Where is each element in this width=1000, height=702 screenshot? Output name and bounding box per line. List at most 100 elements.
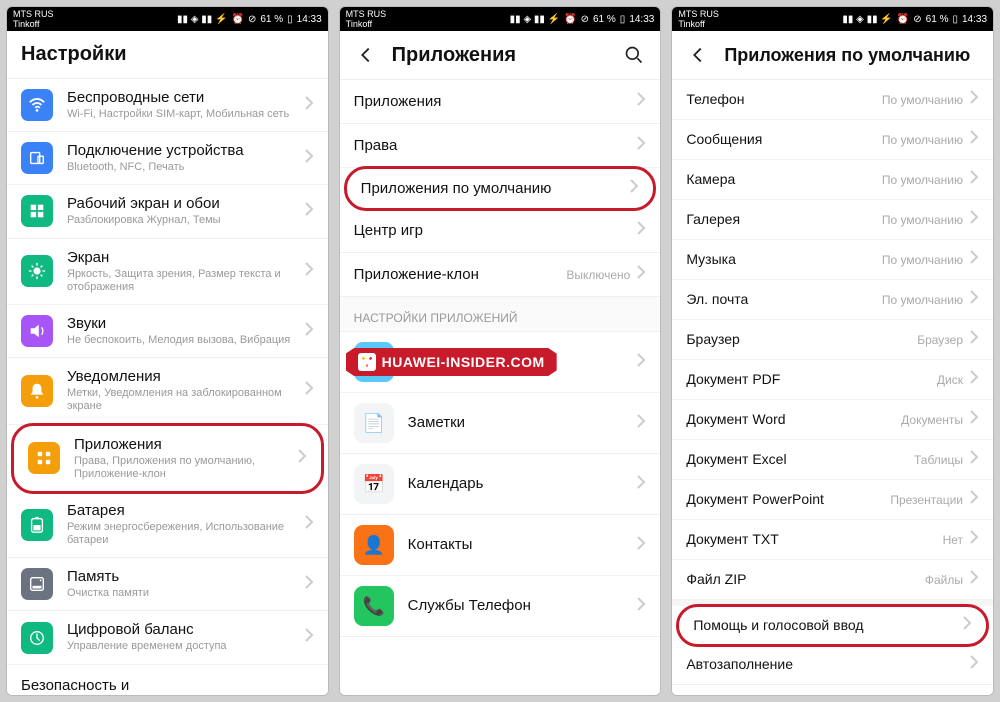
- carrier-2: Tinkoff: [346, 20, 387, 29]
- settings-row[interactable]: УведомленияМетки, Уведомления на заблоки…: [7, 358, 328, 424]
- apps-menu-row[interactable]: Приложения по умолчанию: [344, 166, 657, 211]
- default-app-row[interactable]: КамераПо умолчанию: [672, 160, 993, 200]
- chevron-right-icon: [636, 536, 646, 555]
- apps-menu-row[interactable]: Приложения: [340, 80, 661, 124]
- row-title: Звуки: [67, 315, 298, 333]
- apps-menu-row[interactable]: Центр игр: [340, 209, 661, 253]
- chevron-right-icon: [969, 170, 979, 189]
- battery-text: 61 %: [260, 14, 283, 25]
- chevron-right-icon: [969, 570, 979, 589]
- chevron-right-icon: [636, 265, 646, 284]
- row-subtitle: Метки, Уведомления на заблокированном эк…: [67, 387, 298, 413]
- row-value: По умолчанию: [882, 173, 963, 187]
- row-title: Права: [354, 137, 631, 155]
- row-value: Файлы: [925, 573, 963, 587]
- app-icon: 📞: [354, 586, 394, 626]
- back-button[interactable]: [686, 43, 710, 67]
- row-title: Файл ZIP: [686, 571, 919, 588]
- settings-row[interactable]: ПамятьОчистка памяти: [7, 558, 328, 611]
- row-title: Приложения по умолчанию: [361, 180, 624, 198]
- chevron-right-icon: [969, 370, 979, 389]
- signal-icon: ▮▮ ◈ ▮▮ ⚡: [177, 14, 228, 25]
- row-title: Приложения: [354, 93, 631, 111]
- default-app-row[interactable]: Файл ZIP Файлы: [672, 560, 993, 600]
- app-row[interactable]: 📄Заметки: [340, 393, 661, 454]
- chevron-right-icon: [304, 202, 314, 221]
- settings-row[interactable]: ЗвукиНе беспокоить, Мелодия вызова, Вибр…: [7, 305, 328, 358]
- row-value: Выключено: [566, 268, 630, 282]
- default-app-row[interactable]: Эл. почтаПо умолчанию: [672, 280, 993, 320]
- back-button[interactable]: [354, 43, 378, 67]
- app-row[interactable]: 📅Календарь: [340, 454, 661, 515]
- row-title: Рабочий экран и обои: [67, 195, 298, 213]
- alarm-icon: ⏰: [231, 14, 243, 25]
- default-app-row[interactable]: Автозаполнение: [672, 645, 993, 685]
- settings-row[interactable]: ЭкранЯркость, Защита зрения, Размер текс…: [7, 239, 328, 305]
- settings-row[interactable]: БатареяРежим энергосбережения, Использов…: [7, 492, 328, 558]
- default-app-row[interactable]: МузыкаПо умолчанию: [672, 240, 993, 280]
- row-value: По умолчанию: [882, 293, 963, 307]
- default-app-row[interactable]: Документ WordДокументы: [672, 400, 993, 440]
- default-app-row[interactable]: Документ ExcelТаблицы: [672, 440, 993, 480]
- dnd-icon: ⊘: [248, 14, 256, 25]
- chevron-right-icon: [636, 136, 646, 155]
- row-value: По умолчанию: [882, 133, 963, 147]
- display-icon: [21, 255, 53, 287]
- row-title: Приложение-клон: [354, 266, 561, 284]
- default-app-row[interactable]: Сообщения По умолчанию: [672, 120, 993, 160]
- default-app-row[interactable]: Помощь и голосовой ввод: [676, 604, 989, 647]
- row-title: Календарь: [408, 475, 631, 493]
- default-app-row[interactable]: Документ PDFДиск: [672, 360, 993, 400]
- app-row[interactable]: 🌤️HUAWEI-INSIDER.COM: [340, 332, 661, 393]
- dnd-icon: ⊘: [913, 14, 921, 25]
- row-title: Сообщения: [686, 131, 876, 148]
- apps-menu-row[interactable]: Приложение-клон Выключено: [340, 253, 661, 297]
- row-title: Подключение устройства: [67, 142, 298, 160]
- settings-row[interactable]: Цифровой балансУправление временем досту…: [7, 611, 328, 664]
- row-title: Браузер: [686, 331, 911, 348]
- time-text: 14:33: [962, 14, 987, 25]
- chevron-right-icon: [969, 530, 979, 549]
- default-app-row[interactable]: БраузерБраузер: [672, 320, 993, 360]
- row-title: Приложения: [74, 436, 291, 454]
- chevron-right-icon: [304, 381, 314, 400]
- settings-row[interactable]: Безопасность и: [7, 665, 328, 695]
- settings-row[interactable]: Подключение устройстваBluetooth, NFC, Пе…: [7, 132, 328, 185]
- settings-row[interactable]: Рабочий экран и обоиРазблокировка Журнал…: [7, 185, 328, 238]
- battery-icon: ▯: [287, 14, 293, 25]
- page-title: Приложения по умолчанию: [724, 45, 979, 66]
- default-app-row[interactable]: ГалереяПо умолчанию: [672, 200, 993, 240]
- battery-icon: [21, 509, 53, 541]
- settings-row[interactable]: ПриложенияПрава, Приложения по умолчанию…: [11, 423, 324, 494]
- row-value: Таблицы: [914, 453, 963, 467]
- header: Настройки: [7, 31, 328, 79]
- app-row[interactable]: 📞 Службы Телефон: [340, 576, 661, 637]
- huawei-logo-icon: [358, 353, 376, 371]
- carrier-2: Tinkoff: [13, 20, 54, 29]
- chevron-right-icon: [969, 90, 979, 109]
- row-subtitle: Права, Приложения по умолчанию, Приложен…: [74, 455, 291, 481]
- apps-menu-row[interactable]: Права: [340, 124, 661, 168]
- chevron-right-icon: [304, 515, 314, 534]
- row-title: Цифровой баланс: [67, 621, 298, 639]
- row-title: Память: [67, 568, 298, 586]
- row-title: Службы Телефон: [408, 597, 631, 615]
- search-button[interactable]: [622, 43, 646, 67]
- settings-row[interactable]: Беспроводные сетиWi-Fi, Настройки SIM-ка…: [7, 79, 328, 132]
- row-title: Контакты: [408, 536, 631, 554]
- default-app-row[interactable]: ТелефонПо умолчанию: [672, 80, 993, 120]
- row-title: Автозаполнение: [686, 656, 963, 673]
- chevron-right-icon: [304, 575, 314, 594]
- app-icon: 📄: [354, 403, 394, 443]
- chevron-right-icon: [636, 221, 646, 240]
- row-value: По умолчанию: [882, 93, 963, 107]
- chevron-right-icon: [636, 353, 646, 372]
- balance-icon: [21, 622, 53, 654]
- default-app-row[interactable]: Документ PowerPointПрезентации: [672, 480, 993, 520]
- row-subtitle: Очистка памяти: [67, 587, 298, 600]
- battery-text: 61 %: [926, 14, 949, 25]
- default-app-row[interactable]: Документ TXTНет: [672, 520, 993, 560]
- phone-defaults: MTS RUS Tinkoff ▮▮ ◈ ▮▮ ⚡ ⏰ ⊘ 61 % ▯ 14:…: [671, 6, 994, 696]
- row-value: Нет: [943, 533, 963, 547]
- app-row[interactable]: 👤Контакты: [340, 515, 661, 576]
